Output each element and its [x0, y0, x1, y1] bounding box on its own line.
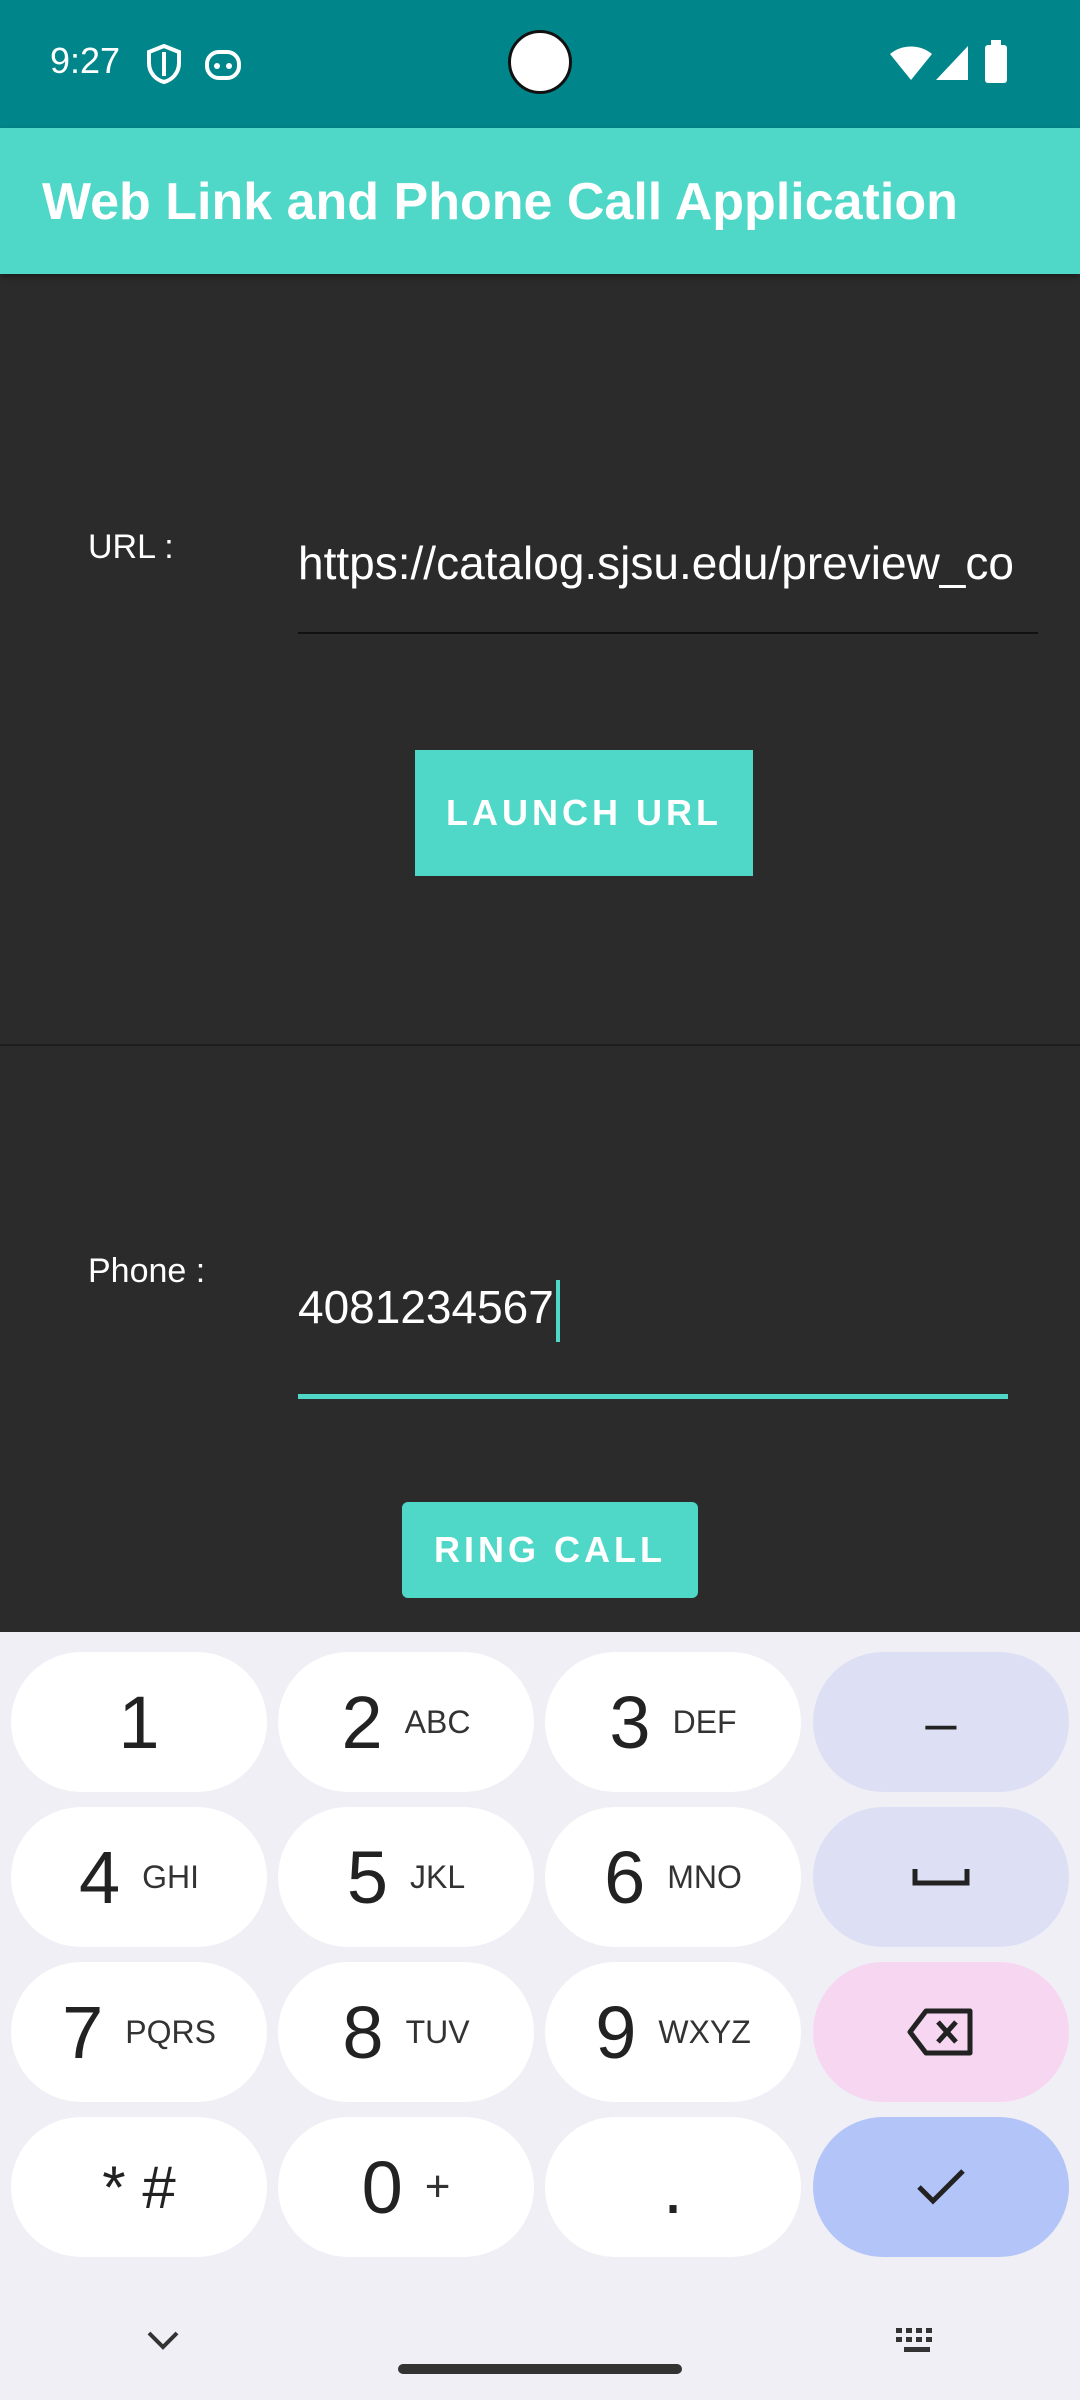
checkmark-icon [917, 2169, 965, 2205]
key-star-hash[interactable]: * # [11, 2117, 267, 2257]
numeric-keyboard: 1 2 ABC 3 DEF – 4 GHI 5 JKL 6 MNO 7 PQRS 8 TUV … [0, 1632, 1080, 2400]
key-5[interactable]: 5 JKL [278, 1807, 534, 1947]
backspace-icon [907, 2008, 973, 2056]
key-backspace[interactable] [813, 1962, 1069, 2102]
key-3[interactable]: 3 DEF [545, 1652, 801, 1792]
url-input[interactable]: https://catalog.sjsu.edu/preview_co [298, 536, 1038, 634]
key-done[interactable] [813, 2117, 1069, 2257]
url-input-value: https://catalog.sjsu.edu/preview_co [298, 537, 1014, 589]
key-space[interactable] [813, 1807, 1069, 1947]
phone-input-value: 4081234567 [298, 1281, 554, 1333]
status-time: 9:27 [50, 40, 121, 81]
status-bar: 9:27 [0, 0, 1080, 128]
app-notification-icon [205, 50, 241, 80]
key-2[interactable]: 2 ABC [278, 1652, 534, 1792]
key-6[interactable]: 6 MNO [545, 1807, 801, 1947]
key-9[interactable]: 9 WXYZ [545, 1962, 801, 2102]
text-cursor [555, 1280, 560, 1342]
home-gesture-bar[interactable] [398, 2364, 682, 2374]
launch-url-button[interactable]: LAUNCH URL [415, 750, 753, 876]
app-title: Web Link and Phone Call Application [42, 173, 958, 231]
section-divider [0, 1044, 1080, 1046]
battery-icon [985, 40, 1007, 83]
space-icon [912, 1869, 970, 1886]
key-1[interactable]: 1 [11, 1652, 267, 1792]
phone-label: Phone : [88, 1252, 206, 1290]
hide-keyboard-chevron-icon[interactable] [146, 2330, 180, 2350]
wifi-icon [890, 46, 932, 80]
ring-call-button[interactable]: RING CALL [402, 1502, 698, 1598]
shield-icon [147, 44, 181, 84]
signal-icon [936, 46, 968, 80]
key-period[interactable]: . [545, 2117, 801, 2257]
url-label: URL : [88, 528, 174, 566]
phone-input[interactable]: 4081234567 [298, 1280, 1008, 1399]
key-0[interactable]: 0 + [278, 2117, 534, 2257]
key-8[interactable]: 8 TUV [278, 1962, 534, 2102]
camera-cutout [508, 30, 572, 94]
keyboard-switch-icon[interactable] [894, 2326, 940, 2356]
key-4[interactable]: 4 GHI [11, 1807, 267, 1947]
key-minus[interactable]: – [813, 1652, 1069, 1792]
key-7[interactable]: 7 PQRS [11, 1962, 267, 2102]
app-bar: Web Link and Phone Call Application [0, 128, 1080, 274]
